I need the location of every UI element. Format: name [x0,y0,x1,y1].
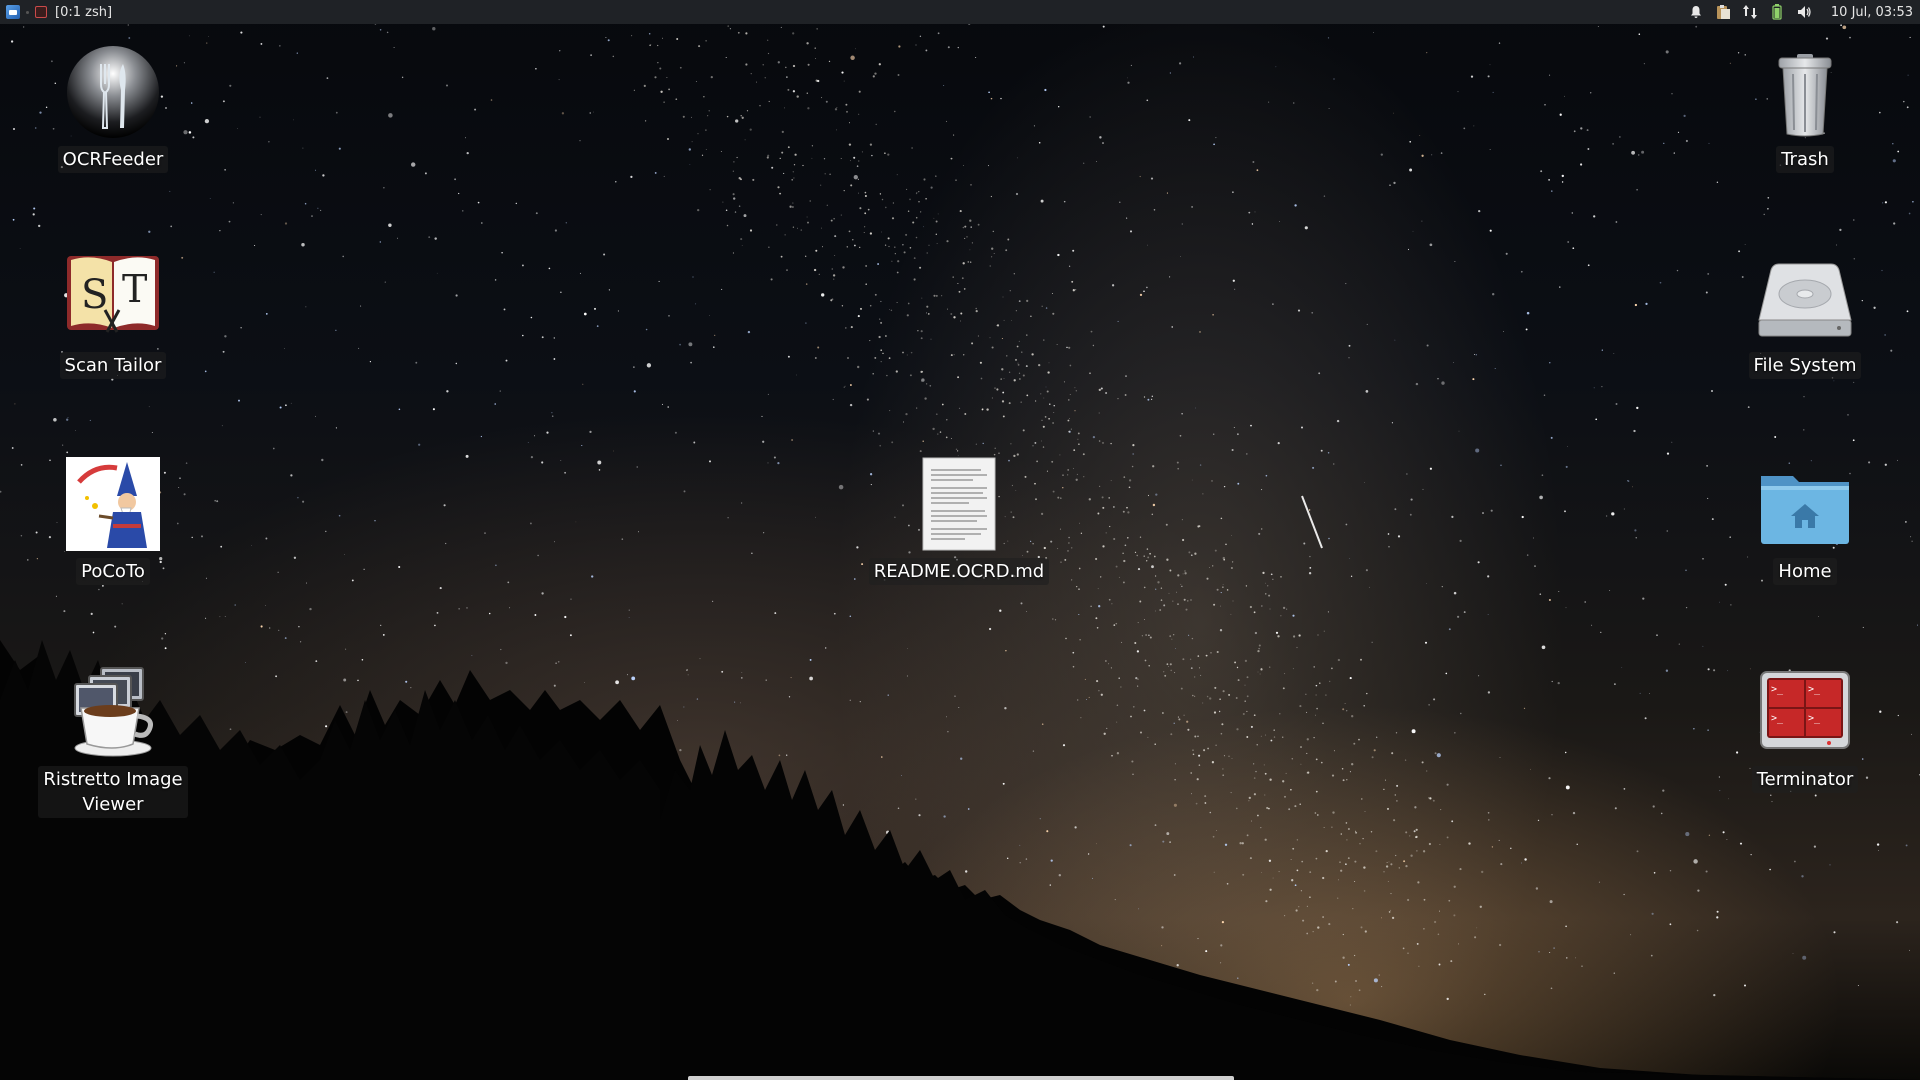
icon-label: Home [1773,558,1837,585]
icon-label: PoCoTo [76,558,150,585]
ocrfeeder-icon [65,44,161,140]
panel-left-section: [0:1 zsh] [0,5,112,20]
desktop-icon-pocoto[interactable]: PoCoTo [38,456,188,585]
svg-text:>_: >_ [1771,713,1784,724]
trash-icon [1757,44,1853,140]
desktop-icon-home[interactable]: Home [1730,456,1880,585]
scan-tailor-icon: S T [65,250,161,346]
svg-text:T: T [122,267,147,311]
network-arrows-icon[interactable] [1742,4,1758,20]
icon-label: File System [1748,352,1862,379]
desktop-icon-ocrfeeder[interactable]: OCRFeeder [38,44,188,173]
desktop-icon-trash[interactable]: Trash [1730,44,1880,173]
coffee-cup-icon [65,664,161,760]
icon-label: Ristretto Image Viewer [38,766,188,818]
desktop-icon-file-system[interactable]: File System [1730,250,1880,379]
desktop-background[interactable]: [0:1 zsh] 10 Jul, 03:53 OCRFeeder S T Sc… [0,0,1920,1080]
desktop-icon-scan-tailor[interactable]: S T Scan Tailor [38,250,188,379]
text-document-icon [911,456,1007,552]
clock[interactable]: 10 Jul, 03:53 [1831,5,1913,20]
hard-drive-icon [1757,250,1853,346]
panel-separator [26,10,29,14]
svg-text:>_: >_ [1808,684,1821,695]
imagemagick-wizard-icon [65,456,161,552]
svg-text:>_: >_ [1771,684,1784,695]
bell-icon[interactable] [1688,4,1704,20]
icon-label: README.OCRD.md [868,558,1050,585]
desktop-icon-ristretto[interactable]: Ristretto Image Viewer [38,664,188,818]
icon-label: Trash [1776,146,1834,173]
desktop-icon-readme[interactable]: README.OCRD.md [868,456,1050,585]
taskbar-window-button[interactable]: [0:1 zsh] [53,5,112,20]
bottom-panel-handle[interactable] [688,1076,1234,1080]
panel-tray: 10 Jul, 03:53 [1688,4,1920,20]
battery-icon[interactable] [1769,4,1785,20]
desktop-icon-terminator[interactable]: >_ >_ >_ >_ Terminator [1730,664,1880,793]
terminator-icon: >_ >_ >_ >_ [1757,664,1853,760]
icon-label: OCRFeeder [57,146,169,173]
icon-label: Terminator [1751,766,1859,793]
svg-text:>_: >_ [1808,713,1821,724]
home-folder-icon [1757,456,1853,552]
icon-label: Scan Tailor [59,352,167,379]
clipboard-icon[interactable] [1715,4,1731,20]
terminal-task-icon[interactable] [35,6,47,18]
whisker-menu-icon[interactable] [6,5,20,19]
top-panel: [0:1 zsh] 10 Jul, 03:53 [0,0,1920,24]
volume-icon[interactable] [1796,4,1812,20]
